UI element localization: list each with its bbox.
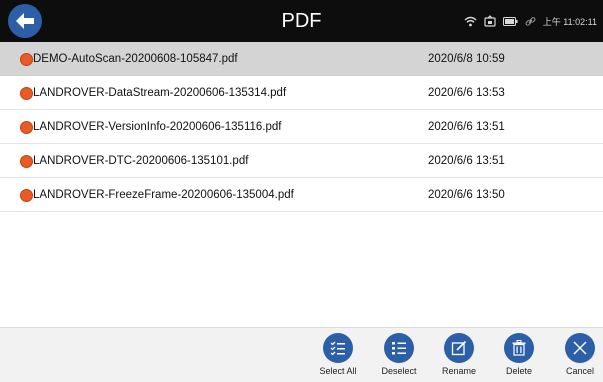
select-all-icon xyxy=(323,333,353,363)
pdf-file-icon xyxy=(20,87,33,100)
status-bar: 上午 11:02:11 xyxy=(464,0,597,42)
delete-button[interactable]: Delete xyxy=(489,333,549,381)
file-row[interactable]: LANDROVER-VersionInfo-20200606-135116.pd… xyxy=(0,110,603,144)
top-bar: PDF 上午 11:02:11 xyxy=(0,0,603,42)
close-icon xyxy=(565,333,595,363)
file-date: 2020/6/6 13:53 xyxy=(428,87,505,99)
vci-icon xyxy=(484,15,496,27)
file-name: LANDROVER-DTC-20200606-135101.pdf xyxy=(33,155,249,167)
file-row[interactable]: DEMO-AutoScan-20200608-105847.pdf 2020/6… xyxy=(0,42,603,76)
rename-label: Rename xyxy=(441,366,477,376)
select-all-button[interactable]: Select All xyxy=(308,333,368,381)
deselect-icon xyxy=(384,333,414,363)
status-time: 上午 11:02:11 xyxy=(542,16,597,27)
deselect-button[interactable]: Deselect xyxy=(369,333,429,381)
pdf-file-icon xyxy=(20,155,33,168)
pdf-file-icon xyxy=(20,121,33,134)
rename-button[interactable]: Rename xyxy=(429,333,489,381)
file-list: DEMO-AutoScan-20200608-105847.pdf 2020/6… xyxy=(0,42,603,212)
deselect-label: Deselect xyxy=(381,366,417,376)
cancel-label: Cancel xyxy=(565,366,594,376)
file-name: LANDROVER-VersionInfo-20200606-135116.pd… xyxy=(33,121,282,133)
file-name: LANDROVER-FreezeFrame-20200606-135004.pd… xyxy=(33,189,294,201)
file-row[interactable]: LANDROVER-DataStream-20200606-135314.pdf… xyxy=(0,76,603,110)
wifi-icon xyxy=(464,16,477,26)
back-arrow-icon xyxy=(16,13,34,29)
trash-icon xyxy=(504,333,534,363)
cancel-button[interactable]: Cancel xyxy=(550,333,603,381)
file-date: 2020/6/6 13:51 xyxy=(428,121,505,133)
rename-icon xyxy=(444,333,474,363)
file-row[interactable]: LANDROVER-FreezeFrame-20200606-135004.pd… xyxy=(0,178,603,212)
battery-icon xyxy=(502,16,518,26)
bottom-toolbar: Select All Deselect Rename Delete Cancel xyxy=(0,327,603,382)
file-date: 2020/6/8 10:59 xyxy=(428,53,505,65)
file-name: DEMO-AutoScan-20200608-105847.pdf xyxy=(33,53,238,65)
delete-label: Delete xyxy=(505,366,532,376)
pdf-file-icon xyxy=(20,189,33,202)
link-icon xyxy=(525,16,536,26)
file-date: 2020/6/6 13:50 xyxy=(428,189,505,201)
select-all-label: Select All xyxy=(319,366,357,376)
file-name: LANDROVER-DataStream-20200606-135314.pdf xyxy=(33,87,287,99)
back-button[interactable] xyxy=(8,4,42,38)
file-row[interactable]: LANDROVER-DTC-20200606-135101.pdf 2020/6… xyxy=(0,144,603,178)
file-date: 2020/6/6 13:51 xyxy=(428,155,505,167)
pdf-file-icon xyxy=(20,53,33,66)
